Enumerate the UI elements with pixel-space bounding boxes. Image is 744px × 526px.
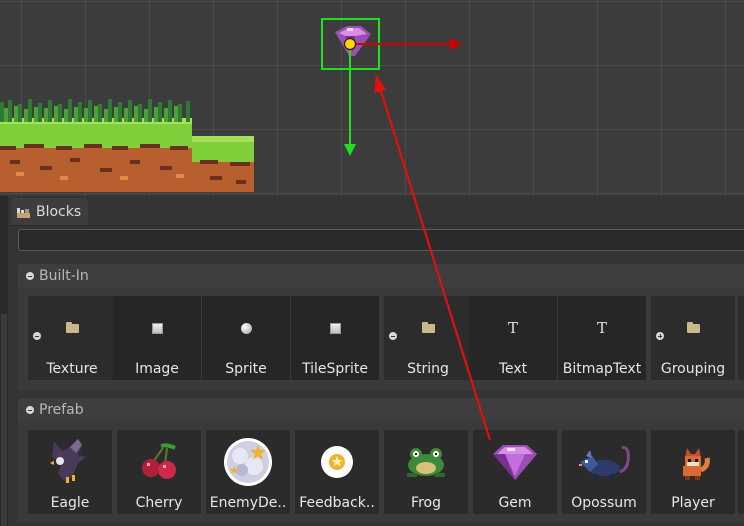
prefab-frog[interactable]: Frog: [384, 430, 468, 514]
prefab-enemydeath[interactable]: EnemyDe..: [206, 430, 290, 514]
block-sprite[interactable]: Sprite: [202, 296, 290, 380]
tab-blocks[interactable]: Blocks: [11, 198, 88, 225]
block-tilesprite[interactable]: TileSprite: [291, 296, 379, 380]
enemy-death-icon: [224, 438, 272, 486]
frog-icon: [407, 448, 445, 477]
block-label: BitmapText: [562, 361, 642, 377]
block-label: Image: [135, 361, 179, 377]
tab-divider: [8, 225, 744, 226]
prefab-label: Cherry: [135, 495, 183, 511]
collapse-group-icon[interactable]: [389, 332, 397, 340]
prefab-label: Eagle: [50, 495, 90, 511]
image-square-icon: [151, 322, 163, 334]
tilesprite-square-icon: [329, 322, 341, 334]
block-overflow-edge: [738, 296, 744, 380]
bitmaptext-t-icon: T: [596, 319, 607, 337]
prefab-gem[interactable]: Gem: [473, 430, 557, 514]
gem-icon: [493, 445, 537, 480]
collapse-icon[interactable]: [26, 272, 34, 280]
prefab-label: Gem: [498, 495, 532, 511]
expand-group-icon[interactable]: [656, 332, 664, 340]
collapse-icon[interactable]: [26, 406, 34, 414]
feedback-icon: [321, 446, 353, 478]
pivot-handle[interactable]: [343, 37, 357, 51]
prefab-opossum[interactable]: Opossum: [562, 430, 646, 514]
tab-blocks-label: Blocks: [36, 203, 82, 220]
player-icon: [683, 448, 710, 480]
section-title-prefab: Prefab: [39, 402, 84, 418]
prefab-cherry[interactable]: Cherry: [117, 430, 201, 514]
prefab-label: Frog: [411, 495, 441, 511]
y-axis-arrow-icon[interactable]: [344, 144, 356, 156]
block-texture[interactable]: Texture: [28, 296, 116, 380]
prefab-label: Opossum: [571, 495, 637, 511]
text-t-icon: T: [507, 319, 518, 337]
collapse-group-icon[interactable]: [33, 332, 41, 340]
block-label: Texture: [46, 361, 98, 377]
block-bitmaptext[interactable]: T BitmapText: [558, 296, 646, 380]
blocks-icon: [17, 207, 30, 218]
section-title-builtin: Built-In: [39, 268, 89, 284]
prefab-eagle[interactable]: Eagle: [28, 430, 112, 514]
transform-gizmo: [343, 37, 462, 156]
search-input[interactable]: [18, 229, 744, 251]
block-string[interactable]: String: [384, 296, 472, 380]
block-grouping[interactable]: Grouping: [651, 296, 735, 380]
folder-icon: [65, 321, 79, 333]
blocks-panel: Blocks Built-In Texture Image Sprite Til…: [0, 196, 744, 526]
block-label: Sprite: [225, 361, 267, 377]
editor-window: Blocks Built-In Texture Image Sprite Til…: [0, 0, 744, 526]
block-image[interactable]: Image: [113, 296, 201, 380]
block-label: TileSprite: [301, 361, 369, 377]
eagle-icon: [50, 439, 86, 483]
folder-icon: [421, 321, 435, 333]
prefab-feedback[interactable]: Feedback..: [295, 430, 379, 514]
block-text[interactable]: T Text: [469, 296, 557, 380]
prefab-label: EnemyDe..: [209, 495, 287, 511]
scrollbar-thumb[interactable]: [1, 314, 7, 526]
prefab-overflow-edge: [738, 430, 744, 514]
block-label: Text: [498, 361, 528, 377]
prefab-player[interactable]: Player: [651, 430, 735, 514]
folder-icon: [686, 321, 700, 333]
opossum-icon: [579, 446, 630, 479]
prefab-label: Feedback..: [299, 495, 375, 511]
block-label: String: [407, 361, 449, 377]
block-label: Grouping: [660, 361, 726, 377]
x-axis-arrow-icon[interactable]: [450, 38, 462, 50]
sprite-ball-icon: [240, 322, 252, 334]
cherry-icon: [142, 443, 176, 479]
prefab-label: Player: [671, 495, 715, 511]
scene-canvas[interactable]: [0, 0, 744, 196]
section-header-prefab[interactable]: Prefab: [18, 398, 744, 422]
section-header-builtin[interactable]: Built-In: [18, 264, 744, 288]
left-scrollbar[interactable]: [0, 196, 8, 526]
